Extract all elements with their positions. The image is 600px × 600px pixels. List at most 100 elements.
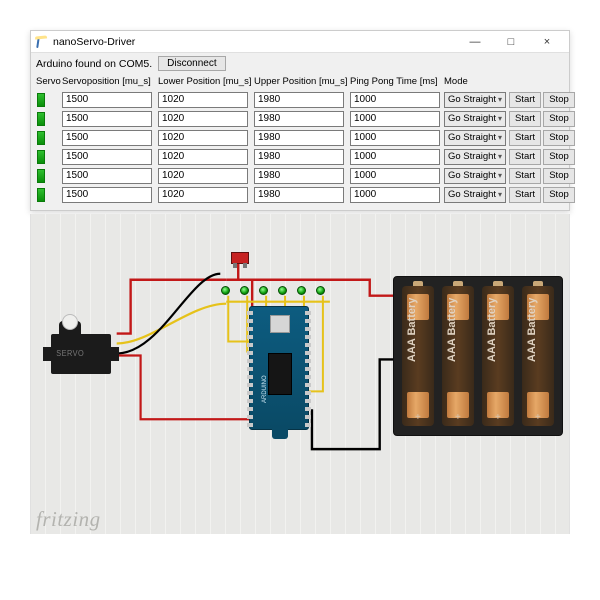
upper-position-input[interactable]: [254, 168, 344, 184]
wire-yellow-servo: [117, 304, 227, 344]
upper-position-input[interactable]: [254, 149, 344, 165]
servoposition-input[interactable]: [62, 111, 152, 127]
stop-button[interactable]: Stop: [543, 92, 575, 108]
servo-status-led: [37, 150, 45, 164]
mode-select[interactable]: Go Straight▾: [444, 187, 506, 203]
window-title: nanoServo-Driver: [53, 36, 457, 48]
indicator-led: [278, 286, 287, 295]
lower-position-input[interactable]: [158, 149, 248, 165]
aaa-battery: AAA Battery +: [442, 286, 474, 426]
table-row: Go Straight▾StartStop: [36, 128, 564, 147]
mode-select[interactable]: Go Straight▾: [444, 92, 506, 108]
mode-select[interactable]: Go Straight▾: [444, 149, 506, 165]
app-window: nanoServo-Driver — □ × Arduino found on …: [30, 30, 570, 211]
col-servo: Servo: [36, 76, 62, 90]
col-upper: Upper Position [mu_s]: [254, 76, 350, 90]
usb-port-icon: [270, 315, 290, 333]
battery-holder: AAA Battery + AAA Battery + AAA Battery …: [393, 276, 563, 436]
arduino-nano: ARDUINO: [249, 306, 309, 430]
col-lower: Lower Position [mu_s]: [158, 76, 254, 90]
ping-pong-time-input[interactable]: [350, 168, 440, 184]
col-start: [508, 82, 542, 85]
fritzing-diagram: SERVO ARDUINO AAA Battery + AAA Battery …: [30, 214, 570, 534]
start-button[interactable]: Start: [509, 92, 541, 108]
lower-position-input[interactable]: [158, 168, 248, 184]
servoposition-input[interactable]: [62, 149, 152, 165]
start-button[interactable]: Start: [509, 187, 541, 203]
col-mode: Mode: [444, 76, 508, 90]
connection-status: Arduino found on COM5.: [36, 58, 152, 70]
servo-status-led: [37, 169, 45, 183]
mode-select[interactable]: Go Straight▾: [444, 168, 506, 184]
close-button[interactable]: ×: [529, 32, 565, 52]
connector-switch: [231, 252, 249, 264]
table-row: Go Straight▾StartStop: [36, 147, 564, 166]
titlebar[interactable]: nanoServo-Driver — □ ×: [31, 31, 569, 53]
start-button[interactable]: Start: [509, 111, 541, 127]
led-row: [221, 286, 325, 295]
start-button[interactable]: Start: [509, 130, 541, 146]
table-header: Servo Servoposition [mu_s] Lower Positio…: [36, 76, 564, 90]
disconnect-button[interactable]: Disconnect: [158, 56, 225, 71]
servoposition-input[interactable]: [62, 130, 152, 146]
indicator-led: [316, 286, 325, 295]
ping-pong-time-input[interactable]: [350, 149, 440, 165]
servo-label: SERVO: [56, 349, 84, 358]
indicator-led: [221, 286, 230, 295]
col-stop: [542, 82, 576, 85]
ping-pong-time-input[interactable]: [350, 111, 440, 127]
indicator-led: [240, 286, 249, 295]
stop-button[interactable]: Stop: [543, 187, 575, 203]
chevron-down-icon: ▾: [498, 114, 502, 123]
table-row: Go Straight▾StartStop: [36, 90, 564, 109]
servo-table: Servo Servoposition [mu_s] Lower Positio…: [31, 74, 569, 210]
table-row: Go Straight▾StartStop: [36, 166, 564, 185]
tk-feather-icon: [35, 36, 47, 48]
chevron-down-icon: ▾: [498, 152, 502, 161]
ping-pong-time-input[interactable]: [350, 130, 440, 146]
servoposition-input[interactable]: [62, 187, 152, 203]
maximize-button[interactable]: □: [493, 32, 529, 52]
chevron-down-icon: ▾: [498, 171, 502, 180]
ping-pong-time-input[interactable]: [350, 92, 440, 108]
wire-red-bottom: [117, 355, 252, 419]
ping-pong-time-input[interactable]: [350, 187, 440, 203]
servo-status-led: [37, 188, 45, 202]
stop-button[interactable]: Stop: [543, 149, 575, 165]
wire-black: [312, 359, 394, 449]
aaa-battery: AAA Battery +: [522, 286, 554, 426]
chevron-down-icon: ▾: [498, 95, 502, 104]
servo-status-led: [37, 131, 45, 145]
minimize-button[interactable]: —: [457, 32, 493, 52]
upper-position-input[interactable]: [254, 92, 344, 108]
lower-position-input[interactable]: [158, 111, 248, 127]
servo-motor: SERVO: [51, 324, 121, 384]
lower-position-input[interactable]: [158, 187, 248, 203]
chevron-down-icon: ▾: [498, 190, 502, 199]
servoposition-input[interactable]: [62, 92, 152, 108]
mcu-chip-icon: [268, 353, 292, 395]
indicator-led: [259, 286, 268, 295]
stop-button[interactable]: Stop: [543, 168, 575, 184]
stop-button[interactable]: Stop: [543, 111, 575, 127]
fritzing-watermark: fritzing: [36, 507, 101, 532]
stop-button[interactable]: Stop: [543, 130, 575, 146]
aaa-battery: AAA Battery +: [402, 286, 434, 426]
upper-position-input[interactable]: [254, 111, 344, 127]
aaa-battery: AAA Battery +: [482, 286, 514, 426]
table-row: Go Straight▾StartStop: [36, 185, 564, 204]
servo-status-led: [37, 112, 45, 126]
lower-position-input[interactable]: [158, 130, 248, 146]
chevron-down-icon: ▾: [498, 133, 502, 142]
start-button[interactable]: Start: [509, 168, 541, 184]
mode-select[interactable]: Go Straight▾: [444, 111, 506, 127]
start-button[interactable]: Start: [509, 149, 541, 165]
mode-select[interactable]: Go Straight▾: [444, 130, 506, 146]
col-pingpong: Ping Pong Time [ms]: [350, 76, 444, 90]
servoposition-input[interactable]: [62, 168, 152, 184]
indicator-led: [297, 286, 306, 295]
upper-position-input[interactable]: [254, 130, 344, 146]
lower-position-input[interactable]: [158, 92, 248, 108]
upper-position-input[interactable]: [254, 187, 344, 203]
toolbar: Arduino found on COM5. Disconnect: [31, 53, 569, 74]
